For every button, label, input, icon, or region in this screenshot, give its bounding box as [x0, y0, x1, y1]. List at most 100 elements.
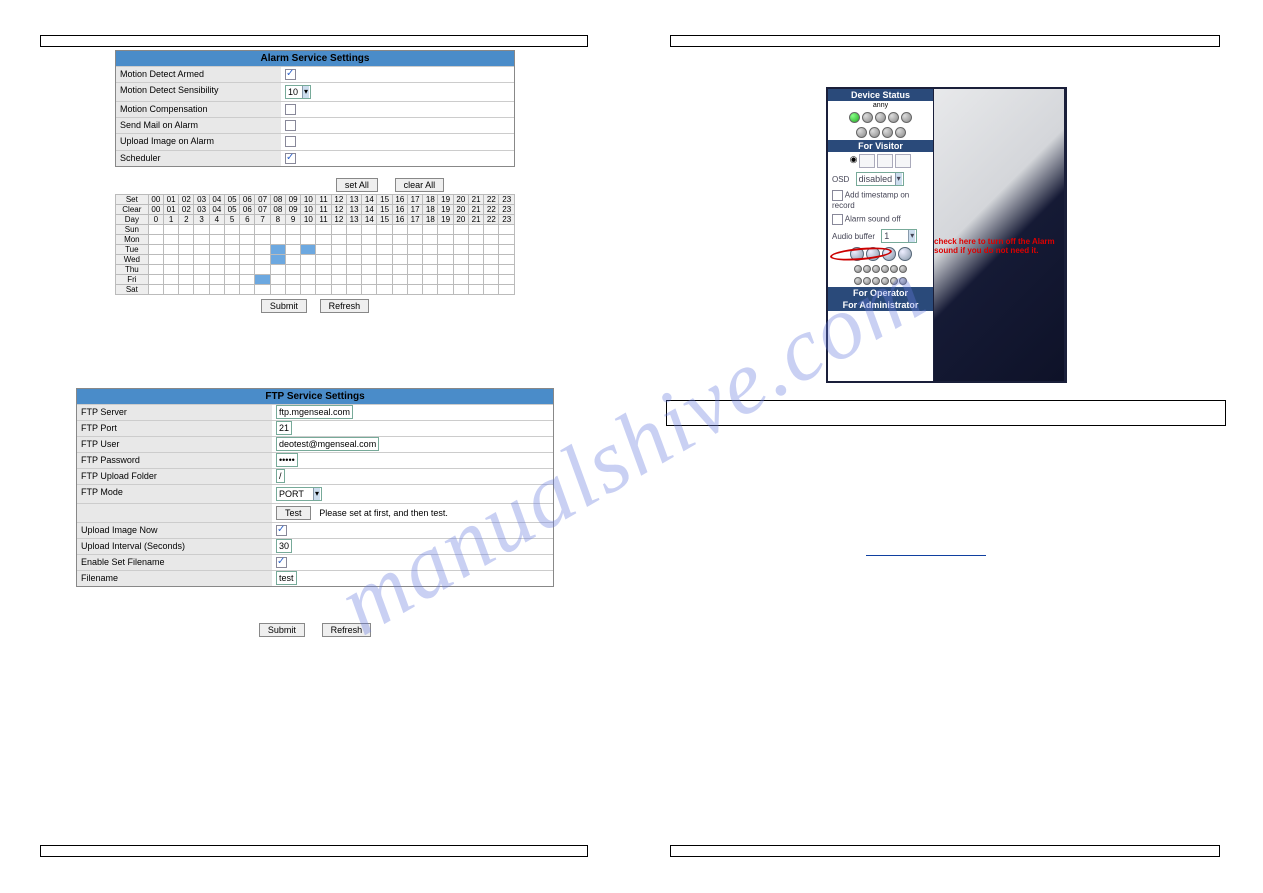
input-ftp-user[interactable]: deotest@mgenseal.com — [276, 437, 379, 451]
c[interactable] — [301, 245, 316, 255]
c[interactable] — [438, 225, 453, 235]
checkbox-enable-filename[interactable] — [276, 557, 287, 568]
h[interactable]: 11 — [316, 195, 331, 205]
c[interactable] — [392, 245, 407, 255]
c[interactable] — [179, 225, 194, 235]
c[interactable] — [423, 275, 438, 285]
c[interactable] — [438, 265, 453, 275]
c[interactable] — [224, 285, 239, 295]
osd-select[interactable]: disabled — [856, 172, 904, 186]
c[interactable] — [453, 255, 468, 265]
c[interactable] — [346, 245, 361, 255]
c[interactable] — [392, 265, 407, 275]
small-icon[interactable] — [863, 277, 871, 285]
h[interactable]: 17 — [407, 205, 422, 215]
c[interactable] — [346, 225, 361, 235]
c[interactable] — [240, 275, 255, 285]
c[interactable] — [270, 285, 285, 295]
c[interactable] — [148, 255, 163, 265]
h[interactable]: 00 — [148, 195, 163, 205]
small-icon[interactable] — [899, 265, 907, 273]
c[interactable] — [148, 275, 163, 285]
h[interactable]: 16 — [392, 205, 407, 215]
c[interactable] — [484, 235, 499, 245]
c[interactable] — [468, 265, 483, 275]
c[interactable] — [301, 285, 316, 295]
h[interactable]: 08 — [270, 195, 285, 205]
c[interactable] — [194, 225, 209, 235]
c[interactable] — [316, 245, 331, 255]
c[interactable] — [224, 275, 239, 285]
c[interactable] — [362, 285, 377, 295]
c[interactable] — [316, 265, 331, 275]
alarm-refresh-button[interactable]: Refresh — [320, 299, 370, 313]
c[interactable] — [194, 275, 209, 285]
c[interactable] — [484, 255, 499, 265]
c[interactable] — [346, 255, 361, 265]
h[interactable]: 02 — [179, 205, 194, 215]
c[interactable] — [270, 225, 285, 235]
c[interactable] — [331, 275, 346, 285]
c[interactable] — [362, 225, 377, 235]
c[interactable] — [270, 235, 285, 245]
c[interactable] — [499, 255, 515, 265]
c[interactable] — [285, 255, 300, 265]
c[interactable] — [301, 235, 316, 245]
small-icon[interactable] — [881, 277, 889, 285]
c[interactable] — [484, 245, 499, 255]
c[interactable] — [224, 265, 239, 275]
c[interactable] — [392, 255, 407, 265]
c[interactable] — [240, 235, 255, 245]
c[interactable] — [392, 235, 407, 245]
c[interactable] — [270, 275, 285, 285]
c[interactable] — [255, 265, 270, 275]
c[interactable] — [255, 275, 270, 285]
small-icon[interactable] — [890, 265, 898, 273]
c[interactable] — [346, 265, 361, 275]
c[interactable] — [316, 255, 331, 265]
c[interactable] — [499, 245, 515, 255]
c[interactable] — [468, 225, 483, 235]
c[interactable] — [209, 235, 224, 245]
c[interactable] — [209, 255, 224, 265]
c[interactable] — [163, 275, 178, 285]
c[interactable] — [301, 265, 316, 275]
set-all-button[interactable]: set All — [336, 178, 378, 192]
c[interactable] — [209, 275, 224, 285]
h[interactable]: 19 — [438, 195, 453, 205]
c[interactable] — [377, 245, 392, 255]
h[interactable]: 02 — [179, 195, 194, 205]
c[interactable] — [285, 265, 300, 275]
c[interactable] — [346, 275, 361, 285]
h[interactable]: 01 — [163, 205, 178, 215]
c[interactable] — [255, 235, 270, 245]
radio-icon[interactable]: ◉ — [850, 154, 858, 168]
c[interactable] — [484, 285, 499, 295]
c[interactable] — [499, 275, 515, 285]
c[interactable] — [331, 265, 346, 275]
c[interactable] — [453, 245, 468, 255]
c[interactable] — [453, 235, 468, 245]
c[interactable] — [438, 245, 453, 255]
c[interactable] — [301, 225, 316, 235]
h[interactable]: 12 — [331, 205, 346, 215]
h[interactable]: 04 — [209, 205, 224, 215]
c[interactable] — [423, 225, 438, 235]
c[interactable] — [194, 285, 209, 295]
c[interactable] — [224, 225, 239, 235]
grid-4-icon[interactable] — [877, 154, 893, 168]
c[interactable] — [194, 245, 209, 255]
h[interactable]: 21 — [468, 195, 483, 205]
c[interactable] — [224, 235, 239, 245]
c[interactable] — [377, 275, 392, 285]
h[interactable]: 03 — [194, 195, 209, 205]
checkbox-scheduler[interactable] — [285, 153, 296, 164]
c[interactable] — [362, 235, 377, 245]
select-ftp-mode[interactable]: PORT — [276, 487, 322, 501]
c[interactable] — [285, 225, 300, 235]
c[interactable] — [423, 285, 438, 295]
small-icon[interactable] — [872, 265, 880, 273]
c[interactable] — [270, 245, 285, 255]
c[interactable] — [301, 275, 316, 285]
c[interactable] — [240, 245, 255, 255]
